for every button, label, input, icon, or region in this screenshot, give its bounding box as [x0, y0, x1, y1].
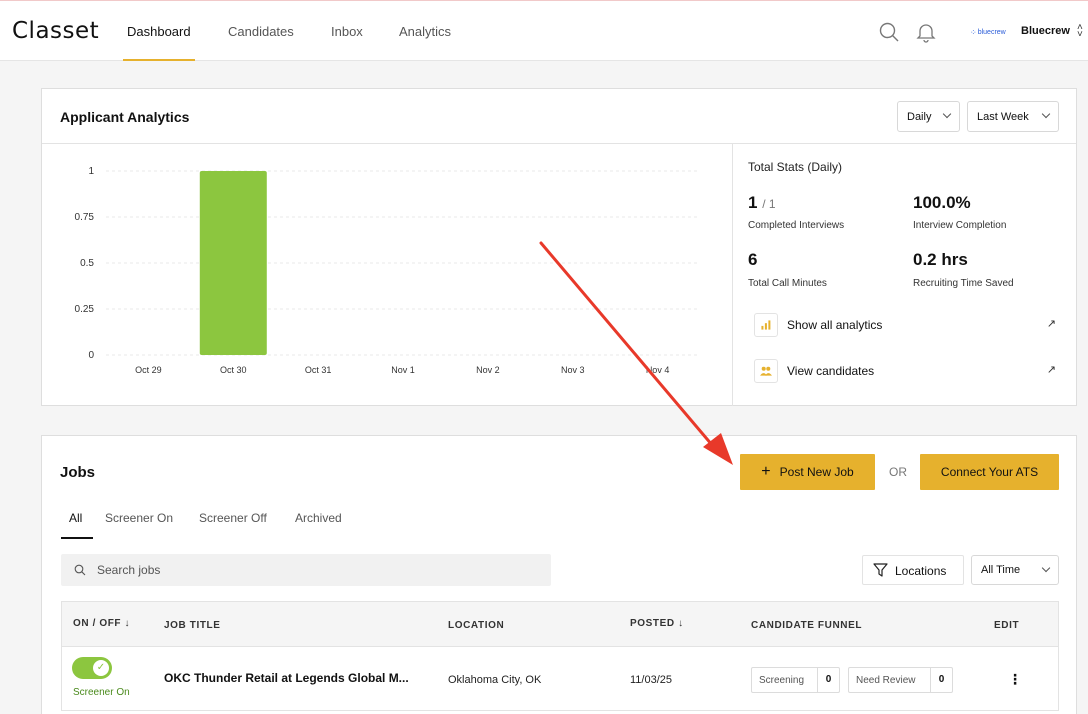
tab-screener-off[interactable]: Screener Off: [199, 511, 267, 525]
applicant-analytics-card: Applicant Analytics Daily Last Week 0 0.2…: [41, 88, 1077, 406]
post-new-job-button[interactable]: + Post New Job: [740, 454, 875, 490]
range-dropdown[interactable]: Last Week: [967, 101, 1059, 132]
show-all-analytics-link[interactable]: Show all analytics ↗: [754, 313, 1056, 341]
job-location: Oklahoma City, OK: [448, 674, 542, 686]
need-review-count: 0: [930, 668, 952, 692]
view-candidates-label: View candidates: [787, 364, 875, 378]
connect-ats-button[interactable]: Connect Your ATS: [920, 454, 1059, 490]
granularity-value: Daily: [907, 110, 932, 123]
plus-icon: +: [761, 463, 771, 480]
bar-chart-icon: [754, 313, 778, 337]
divider: [732, 144, 733, 406]
col-edit: EDIT: [994, 620, 1020, 631]
top-nav: Classet Dashboard Candidates Inbox Analy…: [0, 0, 1088, 61]
completed-interviews-label: Completed Interviews: [748, 220, 845, 231]
y-tick-label: 1: [88, 166, 94, 177]
x-tick-label: Nov 1: [391, 365, 415, 375]
x-tick-label: Oct 29: [135, 365, 162, 375]
jobs-table-header: ON / OFF ↓ JOB TITLE LOCATION POSTED ↓ C…: [61, 601, 1059, 647]
view-candidates-link[interactable]: View candidates ↗: [754, 359, 1056, 387]
active-nav-indicator: [123, 59, 195, 61]
locations-label: Locations: [895, 564, 947, 578]
arrow-up-right-icon: ↗: [1046, 318, 1056, 330]
org-logo: ⁘ bluecrew: [970, 28, 1006, 37]
bell-icon[interactable]: [915, 21, 937, 43]
app-logo[interactable]: Classet: [12, 18, 99, 44]
chevron-down-icon: [1041, 109, 1051, 119]
range-value: Last Week: [977, 110, 1029, 123]
table-row[interactable]: ✓ Screener On OKC Thunder Retail at Lege…: [61, 647, 1059, 711]
applicant-bar-chart: 0 0.25 0.5 0.75 1 Oct 29 Oct 30 Oct 31 Nov 1 Nov …: [75, 166, 700, 375]
completed-interviews-value: 1 / 1: [748, 193, 776, 213]
need-review-pill[interactable]: Need Review 0: [848, 667, 953, 693]
org-switcher[interactable]: Bluecrew: [1021, 25, 1070, 37]
check-icon: ✓: [93, 660, 109, 676]
active-tab-indicator: [61, 537, 93, 539]
x-tick-label: Oct 30: [220, 365, 247, 375]
screener-toggle[interactable]: ✓: [72, 657, 112, 679]
screening-label: Screening: [759, 675, 805, 686]
y-tick-label: 0: [88, 350, 94, 361]
show-all-analytics-label: Show all analytics: [787, 318, 883, 332]
nav-analytics[interactable]: Analytics: [399, 24, 451, 39]
jobs-title: Jobs: [60, 464, 96, 481]
time-filter-value: All Time: [981, 564, 1021, 576]
time-filter-dropdown[interactable]: All Time: [971, 555, 1059, 585]
org-logo-mark-icon: ⁘: [970, 28, 977, 37]
x-tick-label: Oct 31: [305, 365, 332, 375]
search-icon: [74, 564, 86, 576]
interview-completion-value: 100.0%: [913, 193, 971, 212]
nav-candidates[interactable]: Candidates: [228, 24, 294, 39]
y-tick-label: 0.25: [75, 304, 95, 315]
chart-bar[interactable]: [199, 171, 267, 355]
arrow-up-right-icon: ↗: [1046, 364, 1056, 376]
need-review-label: Need Review: [856, 675, 916, 686]
post-new-job-label: Post New Job: [779, 465, 854, 479]
filter-icon: [873, 563, 888, 577]
locations-filter-button[interactable]: Locations: [862, 555, 964, 585]
screener-status: Screener On: [73, 687, 130, 698]
interview-completion-label: Interview Completion: [913, 220, 1007, 231]
granularity-dropdown[interactable]: Daily: [897, 101, 960, 132]
nav-dashboard[interactable]: Dashboard: [127, 24, 191, 39]
search-icon[interactable]: [878, 21, 900, 43]
screening-count: 0: [817, 668, 839, 692]
nav-inbox[interactable]: Inbox: [331, 24, 363, 39]
col-location: LOCATION: [448, 620, 505, 631]
completed-total: / 1: [762, 197, 776, 211]
search-placeholder: Search jobs: [97, 563, 161, 577]
tab-archived[interactable]: Archived: [295, 511, 342, 525]
time-saved-value: 0.2 hrs: [913, 250, 968, 269]
x-tick-label: Nov 4: [646, 365, 670, 375]
jobs-card: Jobs + Post New Job OR Connect Your ATS …: [41, 435, 1077, 714]
screening-pill[interactable]: Screening 0: [751, 667, 840, 693]
col-candidate-funnel: CANDIDATE FUNNEL: [751, 620, 863, 631]
tab-screener-on[interactable]: Screener On: [105, 511, 173, 525]
col-posted[interactable]: POSTED ↓: [630, 618, 684, 629]
call-minutes-value: 6: [748, 250, 758, 269]
job-title-link[interactable]: OKC Thunder Retail at Legends Global M..…: [164, 671, 409, 685]
more-options-icon[interactable]: ⋮: [1008, 671, 1022, 688]
org-logo-text: bluecrew: [977, 29, 1006, 36]
completed-count: 1: [748, 193, 758, 212]
chevron-updown-icon[interactable]: ˄ ˅: [1077, 23, 1083, 40]
chevron-down-icon: [1041, 563, 1051, 573]
chevron-down-icon: [942, 109, 952, 119]
call-minutes-label: Total Call Minutes: [748, 278, 827, 289]
x-tick-label: Nov 3: [561, 365, 585, 375]
stats-title: Total Stats (Daily): [748, 160, 843, 174]
col-on-off[interactable]: ON / OFF ↓: [73, 618, 130, 629]
time-saved-label: Recruiting Time Saved: [913, 278, 1014, 289]
analytics-title: Applicant Analytics: [60, 109, 190, 125]
y-tick-label: 0.5: [80, 258, 94, 269]
search-jobs-input[interactable]: Search jobs: [61, 554, 551, 586]
y-tick-label: 0.75: [75, 212, 95, 223]
tab-all[interactable]: All: [69, 511, 82, 525]
col-job-title: JOB TITLE: [164, 620, 221, 631]
people-icon: [754, 359, 778, 383]
x-tick-label: Nov 2: [476, 365, 500, 375]
or-separator: OR: [889, 465, 907, 479]
job-posted-date: 11/03/25: [630, 674, 673, 686]
